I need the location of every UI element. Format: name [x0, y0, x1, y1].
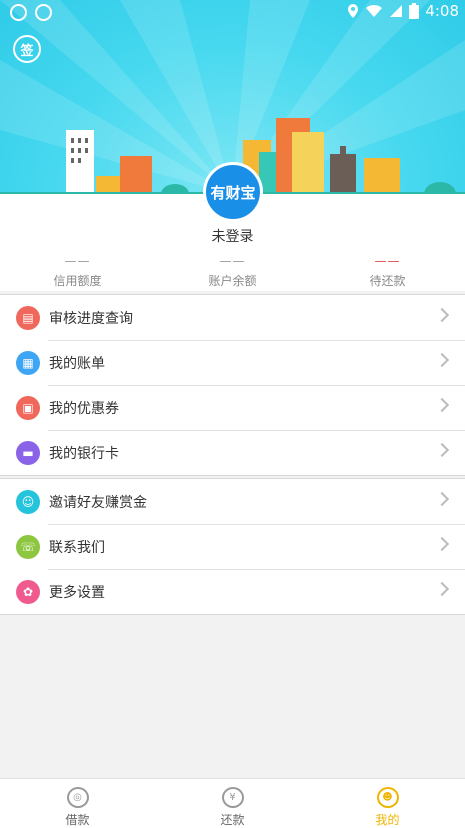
login-status[interactable]: 未登录: [0, 226, 465, 246]
bankcard-icon: ▬: [16, 440, 40, 465]
bill-icon: ▦: [16, 350, 40, 375]
status-bar: 4:08: [0, 0, 465, 24]
menu-item-label: 联系我们: [49, 539, 105, 556]
tab-label: 我的: [375, 813, 400, 827]
stat-value: ——: [64, 254, 91, 268]
headset-icon: ☏: [16, 534, 40, 559]
profile-icon: ☻: [376, 787, 399, 808]
stat-pending-repayment: —— 待还款: [310, 254, 465, 289]
chevron-right-icon: [434, 536, 450, 552]
menu-item-label: 我的银行卡: [49, 445, 119, 462]
stat-label: 信用额度: [53, 274, 102, 288]
menu-item-label: 我的优惠券: [49, 400, 119, 417]
menu-item-bank-card[interactable]: ▬ 我的银行卡: [0, 430, 465, 475]
tab-label: 还款: [220, 813, 245, 827]
account-stats: —— 信用额度 —— 账户余额 —— 待还款: [0, 254, 465, 289]
chevron-right-icon: [434, 307, 450, 323]
menu-item-invite-friends[interactable]: ☺ 邀请好友赚赏金: [0, 479, 465, 524]
location-icon: [348, 4, 359, 18]
menu-item-label: 更多设置: [49, 584, 105, 601]
tab-profile[interactable]: ☻ 我的: [310, 779, 465, 828]
review-icon: ▤: [16, 305, 40, 330]
tab-label: 借款: [65, 813, 90, 827]
settings-icon: ✿: [16, 579, 40, 604]
signal-icon: [390, 5, 403, 17]
stat-account-balance: —— 账户余额: [155, 254, 310, 289]
sign-in-button[interactable]: 签: [13, 35, 41, 63]
stat-value: ——: [374, 254, 401, 268]
tab-repay[interactable]: ¥ 还款: [155, 779, 310, 828]
chevron-right-icon: [434, 491, 450, 507]
chevron-right-icon: [434, 352, 450, 368]
menu-group-more: ☺ 邀请好友赚赏金 ☏ 联系我们 ✿ 更多设置: [0, 478, 465, 615]
tab-borrow[interactable]: ◎ 借款: [0, 779, 155, 828]
menu-item-contact-us[interactable]: ☏ 联系我们: [0, 524, 465, 569]
chevron-right-icon: [434, 442, 450, 458]
wifi-icon: [366, 4, 383, 17]
chevron-right-icon: [434, 581, 450, 597]
stat-label: 待还款: [369, 274, 406, 288]
menu-item-my-bill[interactable]: ▦ 我的账单: [0, 340, 465, 385]
brand-avatar[interactable]: 有财宝: [203, 162, 263, 222]
menu-group-account: ▤ 审核进度查询 ▦ 我的账单 ▣ 我的优惠券 ▬ 我的银行卡: [0, 294, 465, 476]
chevron-right-icon: [434, 397, 450, 413]
menu-item-settings[interactable]: ✿ 更多设置: [0, 569, 465, 614]
borrow-icon: ◎: [66, 787, 89, 808]
menu-item-review-progress[interactable]: ▤ 审核进度查询: [0, 295, 465, 340]
menu-item-label: 审核进度查询: [49, 310, 133, 327]
stat-credit-limit: —— 信用额度: [0, 254, 155, 289]
stat-label: 账户余额: [208, 274, 257, 288]
invite-icon: ☺: [16, 489, 40, 514]
coupon-icon: ▣: [16, 395, 40, 420]
menu-item-label: 邀请好友赚赏金: [49, 494, 147, 511]
menu-item-label: 我的账单: [49, 355, 105, 372]
bottom-tab-bar: ◎ 借款 ¥ 还款 ☻ 我的: [0, 778, 465, 828]
repay-icon: ¥: [221, 787, 244, 808]
notification-icon: [10, 4, 27, 21]
status-time: 4:08: [425, 2, 459, 20]
battery-icon: [409, 3, 420, 19]
menu-item-my-coupons[interactable]: ▣ 我的优惠券: [0, 385, 465, 430]
stat-value: ——: [219, 254, 246, 268]
notification-icon: [35, 4, 52, 21]
